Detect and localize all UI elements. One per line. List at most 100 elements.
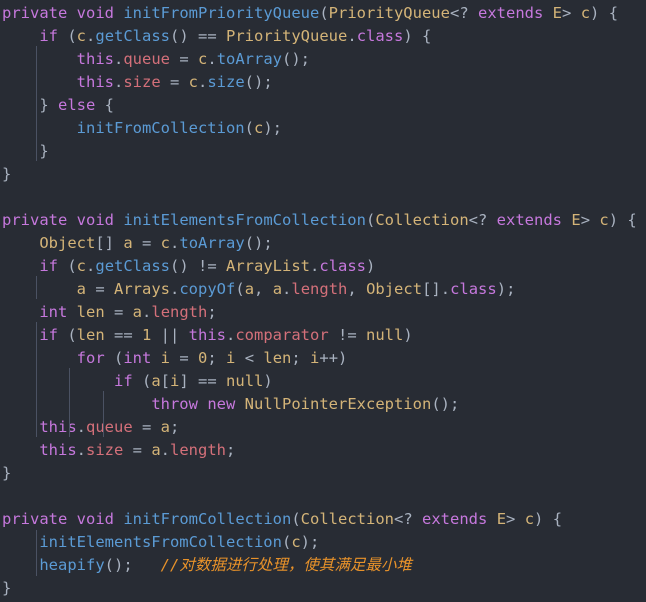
code-line[interactable]: } [2, 462, 646, 485]
token-cls: a [160, 418, 171, 436]
token-pun: <? [468, 211, 488, 229]
token-cls: 1 [142, 326, 152, 344]
token-pun: > [506, 510, 525, 528]
token-kw: if [113, 372, 133, 390]
token-pun: . [86, 27, 96, 45]
token-pun: ( [104, 349, 124, 367]
token-pun: } [2, 579, 12, 597]
blank-line[interactable] [2, 485, 646, 508]
token-pun [487, 510, 496, 528]
token-cls: i [226, 349, 236, 367]
token-kw: if [39, 326, 58, 344]
token-pun [2, 349, 77, 367]
code-line[interactable]: heapify(); //对数据进行处理，使其满足最小堆 [2, 554, 646, 577]
token-pun: ( [244, 119, 254, 137]
token-pun: ) { [608, 211, 637, 229]
token-pun: . [207, 50, 217, 68]
code-line[interactable]: } [2, 140, 646, 163]
token-kw: extends [422, 510, 488, 528]
token-cmt: //对数据进行处理，使其满足最小堆 [160, 556, 412, 574]
token-fn: initFromPriorityQueue [123, 4, 320, 22]
token-pun: . [198, 73, 208, 91]
token-pun [2, 257, 39, 275]
token-pun: (); [431, 395, 460, 413]
code-line[interactable]: private void initElementsFromCollection(… [2, 209, 646, 232]
token-pun [2, 303, 39, 321]
token-pun: = [104, 303, 133, 321]
token-pun: ( [58, 257, 77, 275]
token-pun: } [2, 165, 12, 183]
code-line[interactable]: private void initFromPriorityQueue(Prior… [2, 2, 646, 25]
token-cls: c [291, 533, 301, 551]
token-cls: Collection [300, 510, 394, 528]
token-cls: Object [366, 280, 423, 298]
token-fld: length [170, 441, 227, 459]
token-cls: ArrayList [226, 257, 311, 275]
code-line[interactable]: this.size = c.size(); [2, 71, 646, 94]
code-line[interactable]: } else { [2, 94, 646, 117]
token-fn: size [207, 73, 245, 91]
token-kw: int [39, 303, 68, 321]
token-fld: size [86, 441, 124, 459]
token-cls: c [76, 27, 87, 45]
code-line[interactable]: this.size = a.length; [2, 439, 646, 462]
code-line[interactable]: if (len == 1 || this.comparator != null) [2, 324, 646, 347]
token-pun [2, 326, 39, 344]
code-editor[interactable]: private void initFromPriorityQueue(Prior… [0, 0, 646, 602]
token-pun: [] [95, 234, 124, 252]
token-pun: [ [160, 372, 171, 390]
code-line[interactable]: initElementsFromCollection(c); [2, 531, 646, 554]
token-pun: } [2, 142, 49, 160]
token-fld: queue [86, 418, 133, 436]
code-lines-container[interactable]: private void initFromPriorityQueue(Prior… [0, 0, 646, 600]
token-cls: null [366, 326, 404, 344]
code-line[interactable]: if (c.getClass() != ArrayList.class) [2, 255, 646, 278]
code-line[interactable]: this.queue = a; [2, 416, 646, 439]
indent-guide-line [35, 276, 37, 299]
code-line[interactable]: throw new NullPointerException(); [2, 393, 646, 416]
token-pun: ); [263, 119, 282, 137]
code-line[interactable]: a = Arrays.copyOf(a, a.length, Object[].… [2, 278, 646, 301]
token-kw: if [39, 27, 58, 45]
code-line[interactable]: Object[] a = c.toArray(); [2, 232, 646, 255]
code-line[interactable]: for (int i = 0; i < len; i++) [2, 347, 646, 370]
token-pun: = [170, 50, 198, 68]
blank-line[interactable] [2, 186, 646, 209]
token-pun [2, 73, 77, 91]
token-cls: a [123, 234, 133, 252]
token-fn: initElementsFromCollection [39, 533, 282, 551]
token-pun: . [113, 73, 124, 91]
token-kw: this [39, 418, 77, 436]
token-pun: } [2, 464, 12, 482]
token-fn: toArray [179, 234, 245, 252]
token-pun [2, 234, 39, 252]
token-pun: ); [496, 280, 516, 298]
token-fn: toArray [216, 50, 283, 68]
token-pun: <? [449, 4, 469, 22]
token-pun [2, 50, 77, 68]
token-pun: ( [281, 533, 292, 551]
code-line[interactable]: initFromCollection(c); [2, 117, 646, 140]
token-pun: . [113, 50, 124, 68]
code-line[interactable]: if (c.getClass() == PriorityQueue.class)… [2, 25, 646, 48]
token-pun [2, 441, 39, 459]
token-kw: throw [151, 395, 198, 413]
token-pun: ) [403, 326, 413, 344]
code-line[interactable]: this.queue = c.toArray(); [2, 48, 646, 71]
code-line[interactable]: private void initFromCollection(Collecti… [2, 508, 646, 531]
token-fld: length [291, 280, 348, 298]
token-pun [235, 395, 244, 413]
code-line[interactable]: } [2, 577, 646, 600]
code-line[interactable]: if (a[i] == null) [2, 370, 646, 393]
token-pun: . [142, 303, 152, 321]
token-pun: < [235, 349, 264, 367]
token-cls: Collection [375, 211, 469, 229]
token-kw: else [58, 96, 96, 114]
token-pun [413, 510, 422, 528]
code-line[interactable]: } [2, 163, 646, 186]
token-pun: = [160, 73, 189, 91]
token-kw: this [188, 326, 226, 344]
indent-guide-line [35, 530, 37, 576]
token-pun: ); [300, 533, 320, 551]
code-line[interactable]: int len = a.length; [2, 301, 646, 324]
